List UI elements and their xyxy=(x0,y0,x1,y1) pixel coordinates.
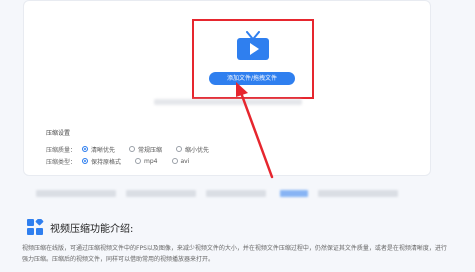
intro-description: 视频压缩在线版，可通过压缩视频文件中的FPS以及图像，来减少视频文件的大小，并在… xyxy=(22,245,447,263)
radio-icon xyxy=(176,146,183,152)
quality-option-clarity[interactable]: 清晰优先 xyxy=(82,145,115,154)
radio-icon xyxy=(129,146,136,152)
option-label: 清晰优先 xyxy=(91,146,116,154)
type-label: 压缩类型： xyxy=(46,158,77,166)
intro-title: 视频压缩功能介绍: xyxy=(50,224,134,235)
blurred-text xyxy=(318,190,398,197)
blurred-info-strip xyxy=(36,188,428,200)
type-option-avi[interactable]: avi xyxy=(171,157,190,165)
blurred-text xyxy=(126,190,196,197)
radio-icon xyxy=(171,158,178,164)
compression-settings: 压缩设置 压缩质量： 清晰优先 常规压缩 缩小优先 压缩类型： 保持原格式 mp… xyxy=(46,128,223,167)
quality-row: 压缩质量： 清晰优先 常规压缩 缩小优先 xyxy=(46,143,223,155)
quality-option-normal[interactable]: 常规压缩 xyxy=(129,145,162,154)
blurred-link xyxy=(280,190,308,197)
feature-grid-icon xyxy=(27,219,44,235)
radio-selected-icon xyxy=(82,158,88,164)
quality-label: 压缩质量： xyxy=(46,146,77,154)
option-label: avi xyxy=(180,157,190,165)
option-label: 常规压缩 xyxy=(138,146,163,154)
type-option-original[interactable]: 保持原格式 xyxy=(82,157,121,166)
option-label: 缩小优先 xyxy=(185,146,210,154)
annotation-arrow xyxy=(236,82,274,179)
settings-heading: 压缩设置 xyxy=(46,130,71,137)
quality-option-smaller[interactable]: 缩小优先 xyxy=(176,145,209,154)
type-row: 压缩类型： 保持原格式 mp4 avi xyxy=(46,155,223,167)
type-option-mp4[interactable]: mp4 xyxy=(135,157,158,165)
option-label: 保持原格式 xyxy=(91,158,122,166)
upload-hint-text xyxy=(154,99,302,105)
radio-icon xyxy=(135,158,142,164)
blurred-text xyxy=(36,190,116,197)
radio-selected-icon xyxy=(82,146,88,152)
option-label: mp4 xyxy=(144,157,158,165)
video-tv-icon xyxy=(237,31,269,60)
blurred-text xyxy=(206,190,266,197)
